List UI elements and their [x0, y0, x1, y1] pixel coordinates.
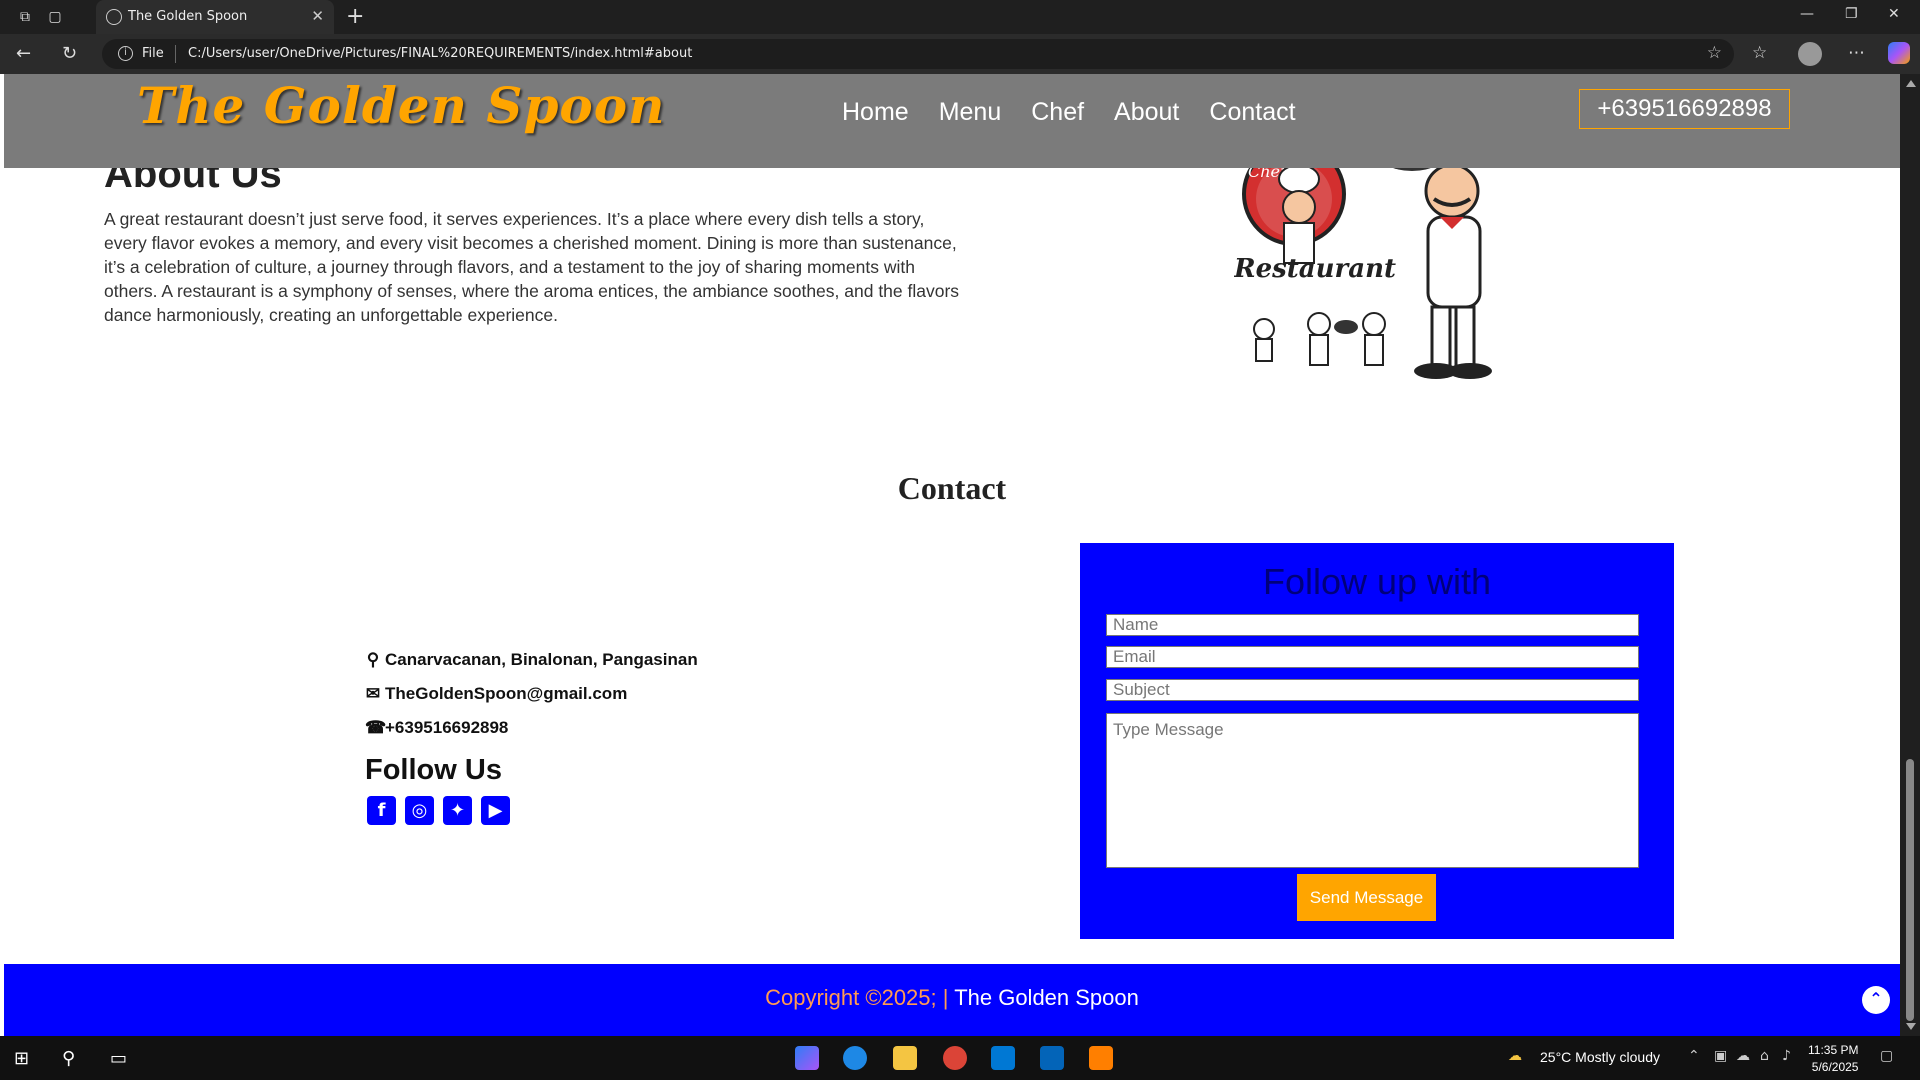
globe-icon [106, 9, 122, 25]
new-tab-button[interactable]: + [346, 4, 364, 29]
form-title: Follow up with [1262, 561, 1492, 602]
footer-copyright: Copyright ©2025; | [765, 985, 949, 1010]
close-window-icon[interactable]: ✕ [1888, 6, 1900, 22]
clock-date: 5/6/2025 [1811, 1060, 1859, 1074]
address-separator [175, 45, 176, 63]
edge-icon[interactable] [843, 1046, 867, 1070]
copilot-app-icon[interactable] [795, 1046, 819, 1070]
facebook-icon[interactable]: f [367, 796, 396, 825]
workspaces-icon[interactable]: ⧉ [16, 8, 34, 26]
network-icon[interactable]: ⌂ [1760, 1048, 1769, 1064]
nav-about[interactable]: About [1114, 98, 1179, 127]
tray-chevron-icon[interactable]: ⌃ [1688, 1048, 1700, 1064]
info-icon[interactable]: i [118, 46, 133, 61]
site-logo[interactable]: The Golden Spoon [137, 76, 665, 135]
nav-home[interactable]: Home [842, 98, 909, 127]
nav-contact[interactable]: Contact [1209, 98, 1295, 127]
message-textarea[interactable]: Type Message [1106, 713, 1639, 868]
contact-form: Follow up with Name Email Subject Type M… [1080, 543, 1674, 939]
name-input[interactable]: Name [1106, 614, 1639, 636]
onedrive-icon[interactable]: ☁ [1736, 1048, 1750, 1064]
search-icon[interactable]: ⚲ [62, 1048, 75, 1069]
scroll-up-icon[interactable] [1906, 80, 1916, 87]
email-row: ✉ TheGoldenSpoon@gmail.com [365, 684, 627, 704]
nav-menu[interactable]: Menu [939, 98, 1002, 127]
tray-app-icon[interactable]: ▣ [1714, 1048, 1727, 1064]
windows-taskbar: ⊞ ⚲ ▭ ☁ 25°C Mostly cloudy ⌃ ▣ ☁ ⌂ ♪ 11:… [0, 1036, 1920, 1080]
address-bar[interactable]: i File C:/Users/user/OneDrive/Pictures/F… [102, 39, 1734, 69]
back-icon[interactable]: ← [16, 43, 31, 64]
twitter-icon[interactable]: ✦ [443, 796, 472, 825]
instagram-icon[interactable]: ◎ [405, 796, 434, 825]
email-text: TheGoldenSpoon@gmail.com [385, 684, 628, 703]
back-to-top-button[interactable]: ⌃ [1862, 986, 1890, 1014]
header-phone-button[interactable]: +639516692898 [1579, 89, 1790, 129]
weather-text[interactable]: 25°C Mostly cloudy [1540, 1049, 1660, 1065]
envelope-icon: ✉ [365, 684, 381, 703]
favorite-star-icon[interactable]: ☆ [1707, 43, 1722, 63]
browser-tab-bar: ⧉ ▢ The Golden Spoon ✕ + — ❐ ✕ [0, 0, 1920, 34]
more-options-icon[interactable]: ⋯ [1848, 43, 1865, 63]
clock-time: 11:35 PM [1808, 1043, 1859, 1057]
address-toolbar: ← ↻ i File C:/Users/user/OneDrive/Pictur… [0, 34, 1920, 74]
about-text: A great restaurant doesn’t just serve fo… [104, 209, 960, 325]
email-input[interactable]: Email [1106, 646, 1639, 668]
refresh-icon[interactable]: ↻ [62, 43, 77, 64]
tab-title: The Golden Spoon [128, 9, 248, 24]
minimize-icon[interactable]: — [1800, 6, 1814, 22]
nav-chef[interactable]: Chef [1031, 98, 1084, 127]
sublime-text-icon[interactable] [1089, 1046, 1113, 1070]
subject-input[interactable]: Subject [1106, 679, 1639, 701]
phone-icon: ☎ [365, 718, 387, 737]
tab-actions-icon[interactable]: ▢ [46, 8, 64, 26]
restore-icon[interactable]: ❐ [1845, 6, 1858, 22]
map-marker-icon: ⚲ [366, 650, 380, 669]
social-links: f ◎ ✦ ▶ [367, 796, 510, 825]
store-icon[interactable] [991, 1046, 1015, 1070]
youtube-icon[interactable]: ▶ [481, 796, 510, 825]
favorites-icon[interactable]: ☆ [1752, 43, 1767, 63]
address-text: Canarvacanan, Binalonan, Pangasinan [385, 650, 698, 669]
send-message-button[interactable]: Send Message [1297, 874, 1436, 921]
page-viewport: The Golden Spoon Home Menu Chef About Co… [4, 74, 1900, 1036]
close-tab-icon[interactable]: ✕ [311, 7, 324, 25]
scroll-thumb[interactable] [1906, 759, 1914, 1021]
main-nav: Home Menu Chef About Contact [842, 98, 1296, 127]
contact-title: Contact [897, 470, 1007, 506]
site-footer: Copyright ©2025; | The Golden Spoon ⌃ [4, 964, 1900, 1036]
address-url[interactable]: C:/Users/user/OneDrive/Pictures/FINAL%20… [188, 46, 692, 61]
copilot-icon[interactable] [1888, 42, 1910, 64]
system-clock[interactable]: 11:35 PM 5/6/2025 [1808, 1042, 1858, 1076]
phone-row: ☎+639516692898 [365, 718, 508, 738]
browser-tab[interactable]: The Golden Spoon ✕ [96, 0, 334, 34]
windows-start-icon[interactable]: ⊞ [14, 1048, 29, 1069]
page-scrollbar[interactable] [1900, 74, 1920, 1036]
footer-text: Copyright ©2025; | The Golden Spoon [4, 985, 1900, 1011]
restaurant-image-text: Restaurant [1234, 254, 1396, 284]
address-scheme: File [142, 46, 164, 61]
footer-brand[interactable]: The Golden Spoon [954, 985, 1139, 1010]
volume-icon[interactable]: ♪ [1782, 1048, 1791, 1064]
profile-avatar[interactable] [1798, 42, 1822, 66]
address-row: ⚲ Canarvacanan, Binalonan, Pangasinan [365, 650, 698, 670]
notification-icon[interactable]: ▢ [1880, 1048, 1893, 1064]
follow-us-title: Follow Us [365, 754, 502, 786]
weather-icon[interactable]: ☁ [1508, 1048, 1522, 1064]
file-explorer-icon[interactable] [893, 1046, 917, 1070]
phone-text: +639516692898 [385, 718, 509, 737]
chrome-icon[interactable] [943, 1046, 967, 1070]
task-view-icon[interactable]: ▭ [110, 1048, 127, 1069]
site-header: The Golden Spoon Home Menu Chef About Co… [4, 74, 1900, 168]
outlook-icon[interactable] [1040, 1046, 1064, 1070]
scroll-down-icon[interactable] [1906, 1023, 1916, 1030]
